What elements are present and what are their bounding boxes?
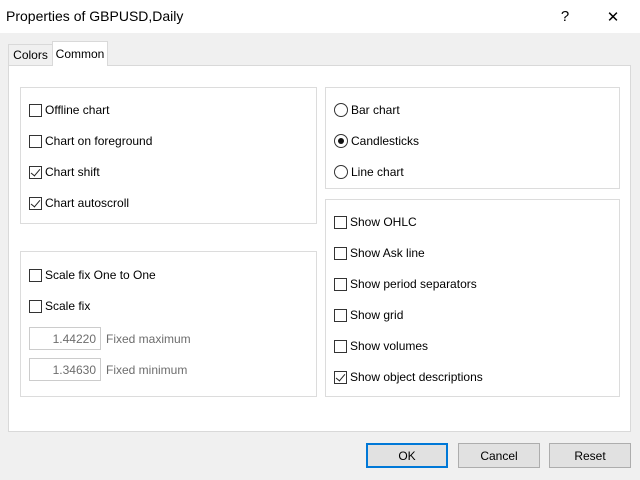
show-ask-line-checkbox[interactable]: Show Ask line [334, 244, 425, 262]
help-icon: ? [560, 8, 570, 25]
tab-label: Common [55, 47, 105, 61]
close-icon: ✕ [606, 8, 620, 26]
tab-colors[interactable]: Colors [8, 44, 53, 65]
chart-shift-checkbox[interactable]: Chart shift [29, 163, 100, 181]
show-volumes-checkbox[interactable]: Show volumes [334, 337, 428, 355]
checkbox-box[interactable] [29, 103, 42, 117]
checkbox-label: Show period separators [350, 277, 477, 291]
radio-label: Bar chart [351, 103, 400, 117]
radio-circle[interactable] [334, 165, 348, 179]
common-tab-panel: Offline chart Chart on foreground Chart … [8, 65, 631, 432]
line-chart-radio[interactable]: Line chart [334, 163, 404, 181]
chart-on-foreground-checkbox[interactable]: Chart on foreground [29, 132, 152, 150]
checkbox-box[interactable] [29, 196, 42, 210]
checkbox-box[interactable] [29, 165, 42, 179]
radio-circle[interactable] [334, 103, 348, 117]
radio-circle[interactable] [334, 134, 348, 148]
fixed-minimum-input[interactable]: 1.34630 [29, 358, 101, 381]
ok-button[interactable]: OK [366, 443, 448, 468]
checkbox-box[interactable] [334, 370, 347, 384]
checkbox-label: Scale fix [45, 299, 91, 313]
checkbox-label: Scale fix One to One [45, 268, 156, 282]
scale-fix-checkbox[interactable]: Scale fix [29, 297, 90, 315]
checkbox-label: Show OHLC [350, 215, 417, 229]
checkbox-box[interactable] [334, 246, 347, 260]
close-button[interactable]: ✕ [590, 0, 636, 33]
scale-group: Scale fix One to One Scale fix 1.44220 F… [20, 251, 317, 397]
checkbox-label: Show grid [350, 308, 404, 322]
checkbox-label: Chart on foreground [45, 134, 153, 148]
reset-button[interactable]: Reset [549, 443, 631, 468]
checkbox-label: Show Ask line [350, 246, 425, 260]
checkbox-label: Chart shift [45, 165, 100, 179]
tab-label: Colors [13, 48, 48, 62]
chart-type-group: Bar chart Candlesticks Line chart [325, 87, 620, 189]
title-bar: Properties of GBPUSD,Daily ? ✕ [0, 0, 640, 33]
window-title: Properties of GBPUSD,Daily [6, 8, 184, 24]
offline-chart-checkbox[interactable]: Offline chart [29, 101, 109, 119]
fixed-maximum-input[interactable]: 1.44220 [29, 327, 101, 350]
candlesticks-radio[interactable]: Candlesticks [334, 132, 419, 150]
radio-label: Candlesticks [351, 134, 420, 148]
scale-fix-one-to-one-checkbox[interactable]: Scale fix One to One [29, 266, 156, 284]
show-options-group: Show OHLC Show Ask line Show period sepa… [325, 199, 620, 397]
help-button[interactable]: ? [542, 0, 588, 33]
chart-autoscroll-checkbox[interactable]: Chart autoscroll [29, 194, 129, 212]
checkbox-label: Chart autoscroll [45, 196, 130, 210]
checkbox-label: Offline chart [45, 103, 110, 117]
show-ohlc-checkbox[interactable]: Show OHLC [334, 213, 417, 231]
properties-dialog: Properties of GBPUSD,Daily ? ✕ Colors Co… [0, 0, 640, 480]
checkbox-box[interactable] [334, 277, 347, 291]
show-grid-checkbox[interactable]: Show grid [334, 306, 403, 324]
checkbox-box[interactable] [334, 215, 347, 229]
show-period-separators-checkbox[interactable]: Show period separators [334, 275, 477, 293]
checkbox-box[interactable] [334, 308, 347, 322]
bar-chart-radio[interactable]: Bar chart [334, 101, 400, 119]
cancel-button[interactable]: Cancel [458, 443, 540, 468]
checkbox-box[interactable] [334, 339, 347, 353]
general-options-group: Offline chart Chart on foreground Chart … [20, 87, 317, 224]
radio-label: Line chart [351, 165, 404, 179]
checkbox-box[interactable] [29, 268, 42, 282]
checkbox-box[interactable] [29, 299, 42, 313]
checkbox-label: Show object descriptions [350, 370, 483, 384]
tab-common[interactable]: Common [52, 41, 108, 66]
fixed-maximum-label: Fixed maximum [106, 332, 191, 346]
fixed-minimum-label: Fixed minimum [106, 363, 188, 377]
show-object-descriptions-checkbox[interactable]: Show object descriptions [334, 368, 483, 386]
checkbox-box[interactable] [29, 134, 42, 148]
checkbox-label: Show volumes [350, 339, 429, 353]
